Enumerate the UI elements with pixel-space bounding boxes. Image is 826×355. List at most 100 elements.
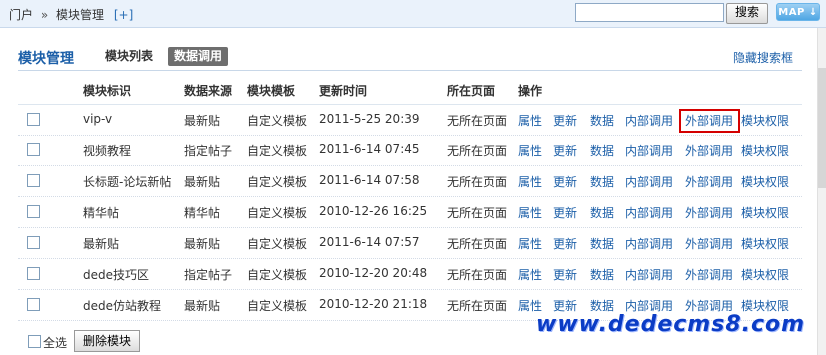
watermark-text: www.dedecms8.com: [536, 312, 806, 337]
action-permissions-link[interactable]: 模块权限: [741, 173, 789, 190]
cell-module-id: 最新贴: [83, 237, 120, 251]
action-properties-link[interactable]: 属性: [518, 112, 542, 129]
scrollbar-thumb[interactable]: [818, 68, 826, 188]
action-permissions-link[interactable]: 模块权限: [741, 204, 789, 221]
action-properties-link[interactable]: 属性: [518, 235, 542, 252]
breadcrumb: 门户 » 模块管理 [+]: [9, 6, 133, 23]
map-button[interactable]: MAP ↓: [776, 3, 820, 21]
action-update-link[interactable]: 更新: [553, 142, 577, 159]
cell-data-source: 最新贴: [184, 175, 221, 189]
action-data-link[interactable]: 数据: [590, 173, 614, 190]
cell-page: 无所在页面: [447, 237, 508, 251]
action-internal-call-link[interactable]: 内部调用: [625, 204, 673, 221]
cell-update-time: 2010-12-20 20:48: [319, 266, 428, 280]
cell-data-source: 指定帖子: [184, 144, 233, 158]
cell-update-time: 2011-6-14 07:58: [319, 173, 420, 187]
table-row: 精华帖 精华帖 自定义模板 2010-12-26 16:25 无所在页面 属性 更新 数据 内部…: [18, 197, 802, 228]
action-internal-call-link[interactable]: 内部调用: [625, 173, 673, 190]
row-checkbox[interactable]: [27, 205, 40, 218]
cell-page: 无所在页面: [447, 299, 508, 313]
action-data-link[interactable]: 数据: [590, 204, 614, 221]
search-input[interactable]: [575, 3, 724, 22]
tab-data-call[interactable]: 数据调用: [168, 47, 229, 66]
action-properties-link[interactable]: 属性: [518, 204, 542, 221]
action-internal-call-link[interactable]: 内部调用: [625, 112, 673, 129]
select-all-label[interactable]: 全选: [43, 334, 67, 351]
row-checkbox[interactable]: [27, 174, 40, 187]
search-button[interactable]: 搜索: [726, 3, 768, 24]
cell-update-time: 2011-5-25 20:39: [319, 112, 420, 126]
row-checkbox[interactable]: [27, 236, 40, 249]
cell-module-id: dede技巧区: [83, 268, 150, 282]
cell-data-source: 最新贴: [184, 237, 221, 251]
action-external-call-link[interactable]: 外部调用: [685, 173, 733, 190]
cell-data-source: 最新贴: [184, 299, 221, 313]
tab-module-list[interactable]: 模块列表: [105, 47, 153, 66]
table-row: 视频教程 指定帖子 自定义模板 2011-6-14 07:45 无所在页面 属性 更新 数据内…: [18, 135, 802, 166]
breadcrumb-separator: »: [40, 8, 49, 22]
action-permissions-link[interactable]: 模块权限: [741, 235, 789, 252]
cell-module-template: 自定义模板: [247, 268, 308, 282]
scrollbar[interactable]: [817, 28, 826, 355]
action-external-call-link[interactable]: 外部调用: [685, 142, 733, 159]
cell-page: 无所在页面: [447, 206, 508, 220]
cell-module-template: 自定义模板: [247, 206, 308, 220]
table-row: dede技巧区 指定帖子 自定义模板 2010-12-20 20:48 无所在页面 属性更…: [18, 259, 802, 290]
delete-module-button[interactable]: 删除模块: [74, 330, 140, 352]
action-external-call-link[interactable]: 外部调用: [685, 204, 733, 221]
cell-update-time: 2010-12-26 16:25: [319, 204, 428, 218]
row-checkbox[interactable]: [27, 267, 40, 280]
cell-data-source: 指定帖子: [184, 268, 233, 282]
cell-update-time: 2010-12-20 21:18: [319, 297, 428, 311]
col-header-source: 数据来源: [184, 84, 233, 98]
action-properties-link[interactable]: 属性: [518, 173, 542, 190]
breadcrumb-home[interactable]: 门户: [9, 8, 33, 22]
cell-module-id: dede仿站教程: [83, 299, 162, 313]
select-all-checkbox[interactable]: [28, 335, 41, 348]
cell-module-template: 自定义模板: [247, 114, 308, 128]
action-update-link[interactable]: 更新: [553, 173, 577, 190]
cell-module-template: 自定义模板: [247, 237, 308, 251]
top-bar: 门户 » 模块管理 [+] 搜索 MAP ↓: [0, 0, 826, 28]
action-update-link[interactable]: 更新: [553, 266, 577, 283]
row-checkbox[interactable]: [27, 113, 40, 126]
cell-data-source: 精华帖: [184, 206, 221, 220]
cell-page: 无所在页面: [447, 268, 508, 282]
hide-search-link[interactable]: 隐藏搜索框: [733, 49, 793, 66]
cell-module-id: vip-v: [83, 112, 113, 126]
action-update-link[interactable]: 更新: [553, 235, 577, 252]
action-external-call-link[interactable]: 外部调用: [685, 266, 733, 283]
col-header-time: 更新时间: [319, 84, 368, 98]
action-data-link[interactable]: 数据: [590, 235, 614, 252]
cell-module-template: 自定义模板: [247, 175, 308, 189]
action-properties-link[interactable]: 属性: [518, 142, 542, 159]
cell-data-source: 最新贴: [184, 114, 221, 128]
action-data-link[interactable]: 数据: [590, 266, 614, 283]
cell-page: 无所在页面: [447, 144, 508, 158]
add-shortcut-link[interactable]: [+]: [114, 8, 133, 22]
action-data-link[interactable]: 数据: [590, 112, 614, 129]
breadcrumb-current: 模块管理: [56, 8, 105, 22]
header-divider: [18, 70, 802, 71]
action-permissions-link[interactable]: 模块权限: [741, 112, 789, 129]
action-data-link[interactable]: 数据: [590, 142, 614, 159]
cell-update-time: 2011-6-14 07:45: [319, 142, 420, 156]
map-button-label: MAP: [778, 7, 805, 18]
row-checkbox[interactable]: [27, 298, 40, 311]
action-internal-call-link[interactable]: 内部调用: [625, 266, 673, 283]
action-internal-call-link[interactable]: 内部调用: [625, 235, 673, 252]
cell-module-id: 精华帖: [83, 206, 120, 220]
cell-page: 无所在页面: [447, 114, 508, 128]
action-properties-link[interactable]: 属性: [518, 266, 542, 283]
action-permissions-link[interactable]: 模块权限: [741, 142, 789, 159]
action-update-link[interactable]: 更新: [553, 112, 577, 129]
col-header-template: 模块模板: [247, 84, 296, 98]
row-checkbox[interactable]: [27, 143, 40, 156]
cell-module-template: 自定义模板: [247, 144, 308, 158]
action-permissions-link[interactable]: 模块权限: [741, 266, 789, 283]
cell-module-id: 视频教程: [83, 144, 132, 158]
action-external-call-link[interactable]: 外部调用: [685, 235, 733, 252]
table-row: 长标题-论坛新帖 最新贴 自定义模板 2011-6-14 07:58 无所在页面 属性 更新…: [18, 166, 802, 197]
action-internal-call-link[interactable]: 内部调用: [625, 142, 673, 159]
action-update-link[interactable]: 更新: [553, 204, 577, 221]
